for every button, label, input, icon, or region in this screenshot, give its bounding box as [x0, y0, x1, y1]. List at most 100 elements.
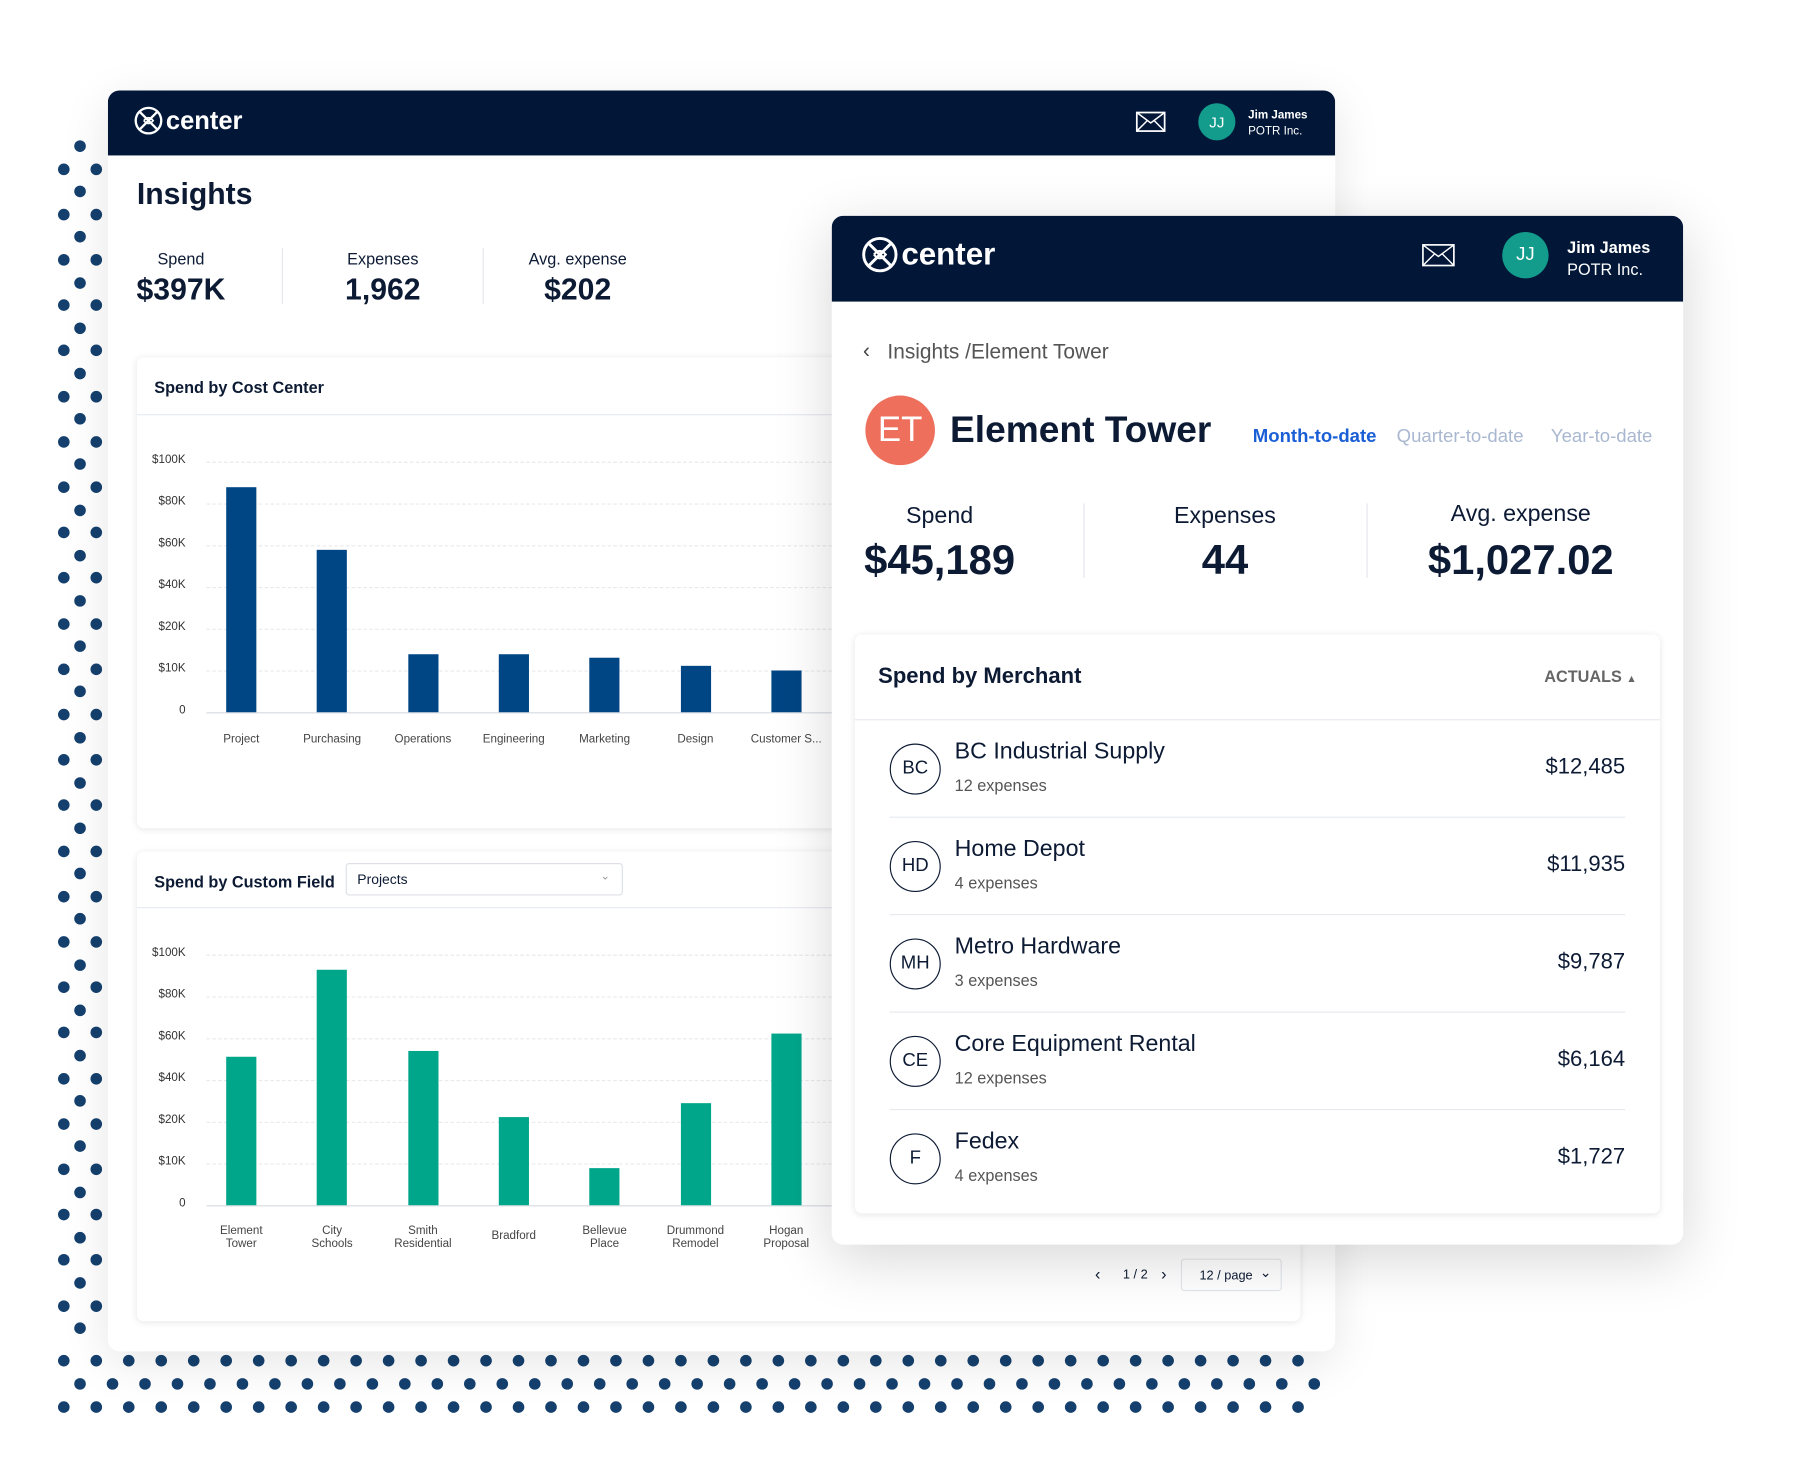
dot: [642, 1401, 655, 1413]
dot: [204, 1378, 216, 1390]
dot: [74, 549, 86, 562]
merchant-avatar: HD: [889, 841, 941, 893]
merchant-amount: $6,164: [1557, 1047, 1626, 1072]
x-category-label: Engineering: [482, 733, 545, 746]
avatar[interactable]: JJ: [1198, 103, 1236, 141]
bar-3[interactable]: [498, 1117, 529, 1206]
project-title: Element Tower: [950, 408, 1212, 451]
bar-6[interactable]: [771, 670, 802, 713]
next-page-icon[interactable]: ›: [1161, 1264, 1166, 1283]
stat-value: $1,027.02: [1427, 535, 1614, 584]
prev-page-icon[interactable]: ‹: [1095, 1264, 1100, 1283]
x-category-label: Project: [223, 733, 260, 746]
dot: [58, 435, 70, 448]
bar-6[interactable]: [771, 1034, 802, 1206]
bar-2[interactable]: [407, 653, 439, 713]
bar-1[interactable]: [317, 969, 348, 1206]
bar-3[interactable]: [498, 653, 529, 713]
dot: [74, 413, 86, 425]
dot: [58, 1299, 70, 1312]
dot: [642, 1354, 655, 1367]
merchant-row[interactable]: HD Home Depot 4 expenses $11,935: [855, 818, 1660, 916]
dot: [999, 1401, 1012, 1413]
dot: [58, 1208, 70, 1221]
bar-1[interactable]: [317, 549, 348, 713]
y-tick-label: $20K: [158, 1113, 186, 1127]
dot: [58, 1163, 70, 1176]
merchant-name: Home Depot: [954, 836, 1085, 862]
dot: [545, 1354, 557, 1367]
dot: [74, 1322, 86, 1335]
dot: [74, 1095, 86, 1107]
tab-month-to-date[interactable]: Month-to-date: [1253, 427, 1377, 448]
top-bar: center JJ Jim James POTR Inc.: [107, 90, 1336, 156]
user-name: Jim James: [1567, 237, 1651, 257]
dot: [74, 276, 86, 289]
user-info[interactable]: Jim James POTR Inc.: [1248, 108, 1307, 139]
tab-quarter-to-date[interactable]: Quarter-to-date: [1397, 427, 1524, 448]
dot: [1243, 1378, 1256, 1390]
avatar[interactable]: JJ: [1502, 232, 1549, 279]
dot: [90, 1072, 103, 1085]
dot: [1032, 1354, 1044, 1367]
chevron-down-icon: ⌄: [1259, 1264, 1272, 1281]
bar-2[interactable]: [407, 1050, 439, 1206]
dot: [58, 299, 70, 312]
merchant-expense-count: 12 expenses: [954, 1068, 1047, 1087]
merchant-row[interactable]: F Fedex 4 expenses $1,727: [855, 1110, 1660, 1207]
dot: [74, 776, 86, 789]
dot: [496, 1378, 509, 1390]
logo[interactable]: center: [133, 106, 242, 136]
dot: [90, 799, 103, 812]
user-info[interactable]: Jim James POTR Inc.: [1567, 237, 1650, 281]
tab-year-to-date[interactable]: Year-to-date: [1551, 427, 1652, 448]
merchant-name: Fedex: [954, 1128, 1020, 1155]
merchant-avatar: CE: [889, 1035, 941, 1087]
mail-icon[interactable]: [1135, 111, 1166, 132]
dot: [788, 1378, 801, 1390]
dot: [999, 1354, 1012, 1367]
dot: [74, 1277, 86, 1289]
bar-5[interactable]: [680, 666, 711, 713]
mail-icon[interactable]: [1420, 244, 1457, 267]
back-chevron-icon[interactable]: ‹: [863, 339, 870, 363]
merchant-expense-count: 4 expenses: [954, 1165, 1038, 1185]
y-tick-label: $10K: [158, 1155, 186, 1169]
stat-label: Avg. expense: [1450, 501, 1591, 527]
dot: [74, 322, 86, 334]
dot: [74, 731, 86, 744]
y-tick-label: 0: [179, 704, 186, 717]
dot: [252, 1401, 265, 1413]
merchant-name: Metro Hardware: [954, 933, 1122, 960]
bar-0[interactable]: [226, 1056, 257, 1206]
dot: [350, 1401, 362, 1413]
dot: [480, 1401, 492, 1413]
dot: [90, 754, 103, 766]
dot: [317, 1401, 330, 1413]
logo[interactable]: center: [861, 235, 995, 273]
bar-0[interactable]: [226, 486, 257, 713]
dot: [1048, 1378, 1061, 1390]
dot: [805, 1354, 817, 1367]
bar-4[interactable]: [589, 1167, 620, 1206]
dot: [58, 936, 70, 948]
x-category-label: Operations: [394, 733, 452, 746]
dot: [74, 595, 86, 607]
dot: [528, 1378, 541, 1390]
y-tick-label: $80K: [158, 988, 186, 1002]
dot: [886, 1378, 898, 1390]
y-tick-label: $100K: [152, 946, 186, 960]
bar-4[interactable]: [589, 657, 620, 713]
dot: [902, 1354, 915, 1367]
merchant-row[interactable]: BC BC Industrial Supply 12 expenses $12,…: [855, 720, 1660, 818]
bar-5[interactable]: [680, 1102, 711, 1206]
x-category-label: Marketing: [579, 733, 631, 746]
element-tower-window: center JJ Jim James POTR Inc. ‹ Insights…: [831, 215, 1684, 1245]
merchant-row[interactable]: MH Metro Hardware 3 expenses $9,787: [855, 915, 1660, 1013]
page-size-select[interactable]: 12 / page ⌄: [1180, 1258, 1282, 1292]
merchant-row[interactable]: CE Core Equipment Rental 12 expenses $6,…: [855, 1013, 1660, 1111]
sort-toggle[interactable]: ACTUALS ▲︎: [1544, 667, 1636, 686]
breadcrumb[interactable]: Insights /Element Tower: [887, 340, 1108, 364]
dot: [918, 1378, 931, 1390]
dot: [1129, 1401, 1142, 1413]
